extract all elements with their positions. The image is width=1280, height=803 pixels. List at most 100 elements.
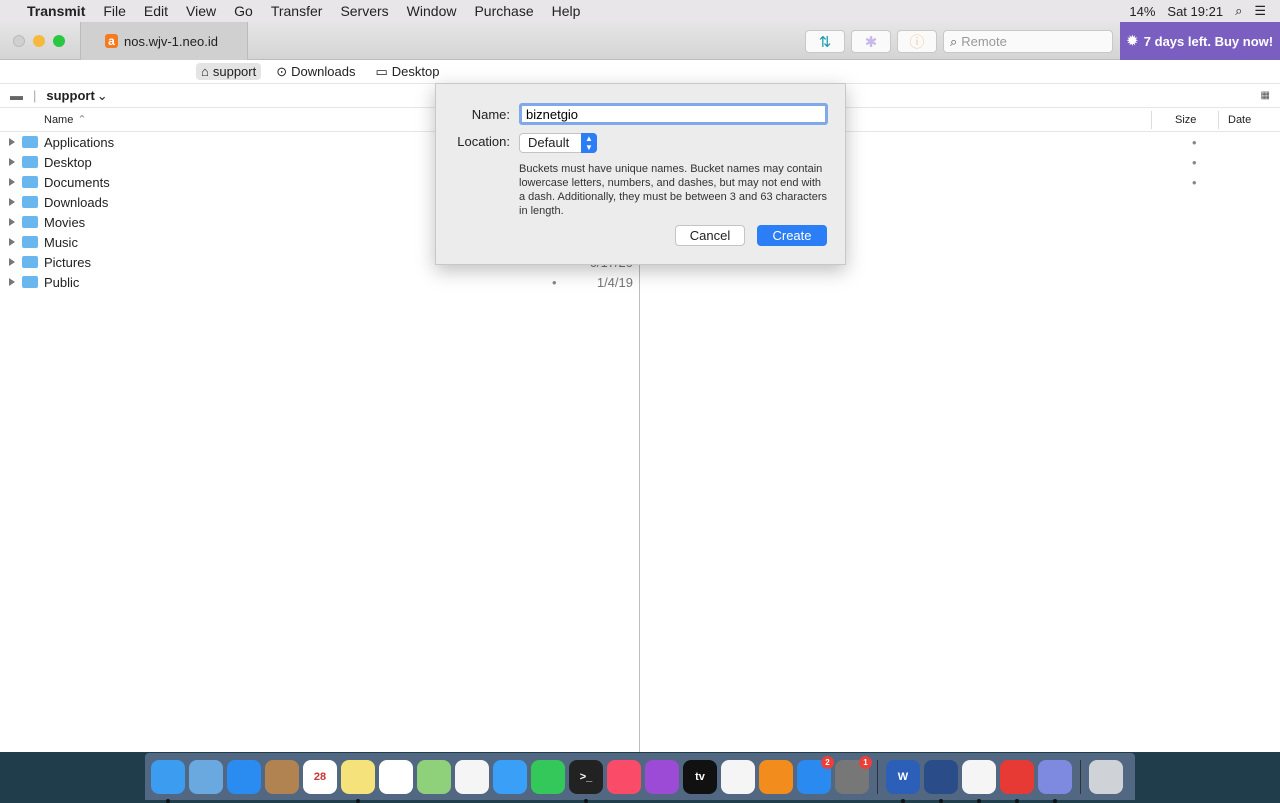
anydesk-icon[interactable] <box>1000 759 1034 803</box>
search-placeholder: Remote <box>961 34 1007 49</box>
disclosure-triangle-icon[interactable] <box>9 158 15 166</box>
podcasts-icon[interactable] <box>645 759 679 794</box>
chevron-updown-icon: ▲ ▼ <box>581 133 597 153</box>
mail-icon[interactable] <box>189 759 223 794</box>
reminders-icon[interactable] <box>379 759 413 794</box>
menu-edit[interactable]: Edit <box>135 3 177 19</box>
search-icon: ⌕ <box>950 33 958 49</box>
cancel-button[interactable]: Cancel <box>675 225 745 246</box>
location-value: Default <box>528 135 570 150</box>
running-indicator <box>977 798 981 803</box>
dock-separator <box>877 759 878 794</box>
menu-purchase[interactable]: Purchase <box>465 3 542 19</box>
clock[interactable]: Sat 19:21 <box>1167 4 1223 19</box>
favorite-label: support <box>212 64 257 79</box>
spotlight-icon[interactable]: ⌕ <box>1235 3 1242 19</box>
facetime-icon[interactable] <box>531 759 565 794</box>
disclosure-triangle-icon[interactable] <box>9 218 15 226</box>
info-button[interactable]: ⓘ <box>897 30 937 53</box>
transmit-icon[interactable] <box>924 759 958 803</box>
column-name[interactable]: Name <box>44 114 73 126</box>
system-preferences-icon[interactable]: 1 <box>835 755 872 794</box>
column-date[interactable]: Date <box>1228 114 1251 126</box>
icon-text: W <box>897 770 909 783</box>
folder-icon <box>22 136 38 148</box>
zoom-button[interactable] <box>53 35 65 47</box>
file-name: Downloads <box>44 194 109 210</box>
disk-icon[interactable]: ▬ <box>10 88 23 103</box>
menu-servers[interactable]: Servers <box>331 3 397 19</box>
favorite-support[interactable]: ⌂ support <box>196 63 262 80</box>
maps-icon[interactable] <box>417 759 451 794</box>
safari-icon[interactable] <box>227 759 261 794</box>
dock-separator <box>1080 759 1081 794</box>
menu-help[interactable]: Help <box>543 3 590 19</box>
menu-go[interactable]: Go <box>225 3 262 19</box>
menu-file[interactable]: File <box>94 3 135 19</box>
chrome-icon[interactable] <box>962 759 996 803</box>
favorite-downloads[interactable]: ⊙ Downloads <box>271 63 360 81</box>
menu-app[interactable]: Transmit <box>18 3 94 19</box>
favorites-bar: ⌂ support ⊙ Downloads ▭ Desktop <box>0 60 1280 84</box>
favorite-desktop[interactable]: ▭ Desktop <box>370 63 444 81</box>
menu-view[interactable]: View <box>177 3 225 19</box>
file-row[interactable]: Public • 1/4/19 <box>0 272 639 292</box>
notes-icon[interactable] <box>341 759 375 803</box>
word-icon[interactable]: W <box>886 759 920 803</box>
close-button[interactable] <box>13 35 25 47</box>
dock: 28 >_ tv 2 1 W <box>145 753 1135 803</box>
disclosure-triangle-icon[interactable] <box>9 258 15 266</box>
news-icon[interactable] <box>721 759 755 794</box>
sync-button[interactable]: ⇅ <box>805 30 845 53</box>
disclosure-triangle-icon[interactable] <box>9 178 15 186</box>
running-indicator <box>1015 798 1019 803</box>
folder-icon <box>22 276 38 288</box>
file-name: Music <box>44 234 78 250</box>
buy-now-button[interactable]: ✹ 7 days left. Buy now! <box>1120 22 1280 60</box>
column-size[interactable]: Size <box>1175 114 1196 126</box>
bucket-name-input[interactable] <box>519 103 828 125</box>
file-name: Documents <box>44 174 110 190</box>
disclosure-triangle-icon[interactable] <box>9 238 15 246</box>
contacts-icon[interactable] <box>265 759 299 794</box>
location-menu[interactable]: support <box>46 88 94 103</box>
badge: 2 <box>821 755 834 769</box>
tab-connection[interactable]: a nos.wjv-1.neo.id <box>80 22 248 60</box>
help-text: Buckets must have unique names. Bucket n… <box>519 163 827 217</box>
trash-icon[interactable] <box>1089 759 1123 794</box>
running-indicator <box>166 798 170 803</box>
running-indicator <box>901 798 905 803</box>
terminal-icon[interactable]: >_ <box>569 759 603 803</box>
photos-icon[interactable] <box>455 759 489 794</box>
icon-text: 28 <box>313 770 327 783</box>
archiver-icon[interactable] <box>1038 759 1072 803</box>
create-button[interactable]: Create <box>757 225 827 246</box>
favorite-label: Desktop <box>391 64 440 79</box>
home-icon: ⌂ <box>201 64 209 79</box>
app-store-icon[interactable]: 2 <box>797 755 834 794</box>
tv-icon[interactable]: tv <box>683 759 717 794</box>
file-name: Movies <box>44 214 86 230</box>
messages-icon[interactable] <box>493 759 527 794</box>
music-icon[interactable] <box>607 759 641 794</box>
file-name: Desktop <box>44 154 92 170</box>
disclosure-triangle-icon[interactable] <box>9 138 15 146</box>
calendar-icon[interactable]: 28 <box>303 759 337 794</box>
folder-icon <box>22 196 38 208</box>
activity-spinner-icon[interactable]: ✱ <box>851 30 891 53</box>
location-select[interactable]: Default ▲ ▼ <box>519 133 597 153</box>
control-center-icon[interactable]: ☰ <box>1254 3 1266 19</box>
disclosure-triangle-icon[interactable] <box>9 198 15 206</box>
folder-icon <box>22 176 38 188</box>
menu-transfer[interactable]: Transfer <box>262 3 332 19</box>
finder-icon[interactable] <box>151 759 185 803</box>
menu-window[interactable]: Window <box>398 3 466 19</box>
transmit-window: a nos.wjv-1.neo.id ⇅ ✱ ⓘ ⌕ Remote ✹ 7 days … <box>0 22 1280 752</box>
search-input[interactable]: ⌕ Remote <box>943 30 1113 53</box>
books-icon[interactable] <box>759 759 793 794</box>
running-indicator <box>1053 798 1057 803</box>
minimize-button[interactable] <box>33 35 45 47</box>
battery-percent[interactable]: 14% <box>1129 4 1155 19</box>
grid-view-icon[interactable]: ▦ <box>1261 90 1270 101</box>
disclosure-triangle-icon[interactable] <box>9 278 15 286</box>
